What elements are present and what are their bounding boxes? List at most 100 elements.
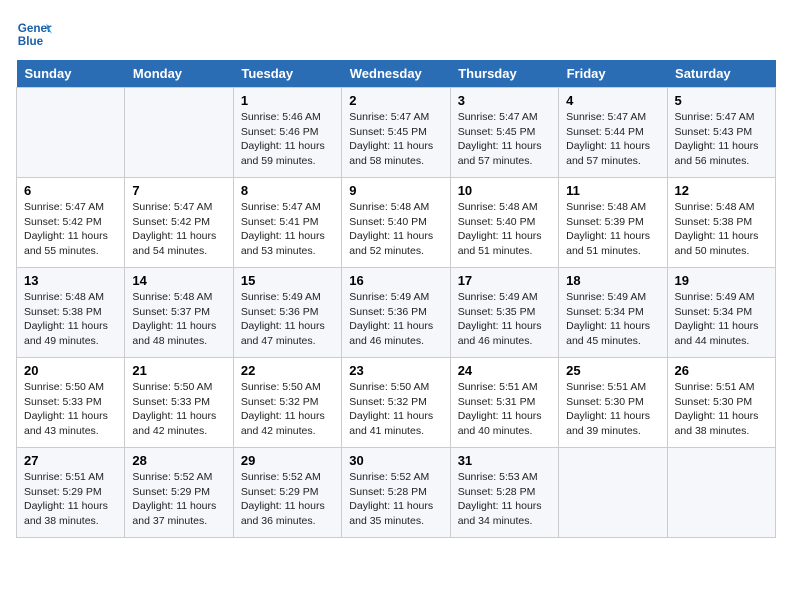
calendar-cell: 29Sunrise: 5:52 AMSunset: 5:29 PMDayligh… [233,448,341,538]
calendar-cell: 3 Sunrise: 5:47 AMSunset: 5:45 PMDaylight… [450,88,558,178]
day-number: 23 [349,363,442,378]
calendar-cell [125,88,233,178]
day-info: Sunrise: 5:47 AMSunset: 5:42 PMDaylight:… [132,200,225,259]
calendar-cell: 27 Sunrise: 5:51 AMSunset: 5:29 PMDayligh… [17,448,125,538]
day-info: Sunrise: 5:47 AMSunset: 5:45 PMDaylight:… [458,110,551,169]
day-info: Sunrise: 5:47 AMSunset: 5:42 PMDaylight:… [24,200,117,259]
calendar-cell: 12 Sunrise: 5:48 AMSunset: 5:38 PMDayligh… [667,178,775,268]
day-info: Sunrise: 5:52 AMSunset: 5:29 PMDaylight:… [132,470,225,529]
day-number: 3 [458,93,551,108]
calendar-cell: 18Sunrise: 5:49 AMSunset: 5:34 PMDayligh… [559,268,667,358]
calendar-week-row: 13Sunrise: 5:48 AMSunset: 5:38 PMDayligh… [17,268,776,358]
calendar-cell: 22 Sunrise: 5:50 AMSunset: 5:32 PMDayligh… [233,358,341,448]
weekday-header: Monday [125,60,233,88]
day-info: Sunrise: 5:51 AMSunset: 5:30 PMDaylight:… [675,380,768,439]
day-number: 22 [241,363,334,378]
day-number: 18 [566,273,659,288]
calendar-cell: 8 Sunrise: 5:47 AMSunset: 5:41 PMDaylight… [233,178,341,268]
day-info: Sunrise: 5:47 AMSunset: 5:45 PMDaylight:… [349,110,442,169]
day-number: 21 [132,363,225,378]
day-number: 24 [458,363,551,378]
logo-icon: General Blue [16,16,52,52]
calendar-cell: 15Sunrise: 5:49 AMSunset: 5:36 PMDayligh… [233,268,341,358]
calendar-cell: 2 Sunrise: 5:47 AMSunset: 5:45 PMDaylight… [342,88,450,178]
weekday-header: Tuesday [233,60,341,88]
calendar-body: 1 Sunrise: 5:46 AMSunset: 5:46 PMDaylight… [17,88,776,538]
day-number: 10 [458,183,551,198]
day-number: 8 [241,183,334,198]
calendar-cell: 20 Sunrise: 5:50 AMSunset: 5:33 PMDayligh… [17,358,125,448]
calendar-cell: 28 Sunrise: 5:52 AMSunset: 5:29 PMDayligh… [125,448,233,538]
calendar-cell: 1 Sunrise: 5:46 AMSunset: 5:46 PMDaylight… [233,88,341,178]
day-number: 9 [349,183,442,198]
calendar-cell: 23 Sunrise: 5:50 AMSunset: 5:32 PMDayligh… [342,358,450,448]
day-info: Sunrise: 5:52 AMSunset: 5:28 PMDaylight:… [349,470,442,529]
day-number: 1 [241,93,334,108]
day-info: Sunrise: 5:47 AMSunset: 5:43 PMDaylight:… [675,110,768,169]
day-number: 2 [349,93,442,108]
day-number: 30 [349,453,442,468]
calendar-cell: 7 Sunrise: 5:47 AMSunset: 5:42 PMDaylight… [125,178,233,268]
day-info: Sunrise: 5:51 AMSunset: 5:31 PMDaylight:… [458,380,551,439]
day-number: 31 [458,453,551,468]
day-info: Sunrise: 5:49 AMSunset: 5:34 PMDaylight:… [675,290,768,349]
calendar-cell: 31 Sunrise: 5:53 AMSunset: 5:28 PMDayligh… [450,448,558,538]
day-info: Sunrise: 5:52 AMSunset: 5:29 PMDaylight:… [241,470,334,529]
day-number: 20 [24,363,117,378]
calendar-week-row: 1 Sunrise: 5:46 AMSunset: 5:46 PMDaylight… [17,88,776,178]
day-info: Sunrise: 5:48 AMSunset: 5:40 PMDaylight:… [349,200,442,259]
calendar-week-row: 27 Sunrise: 5:51 AMSunset: 5:29 PMDayligh… [17,448,776,538]
weekday-header: Sunday [17,60,125,88]
day-number: 25 [566,363,659,378]
day-number: 28 [132,453,225,468]
calendar-cell: 9 Sunrise: 5:48 AMSunset: 5:40 PMDaylight… [342,178,450,268]
weekday-row: SundayMondayTuesdayWednesdayThursdayFrid… [17,60,776,88]
day-info: Sunrise: 5:47 AMSunset: 5:44 PMDaylight:… [566,110,659,169]
day-info: Sunrise: 5:50 AMSunset: 5:33 PMDaylight:… [24,380,117,439]
calendar-cell [559,448,667,538]
day-number: 16 [349,273,442,288]
calendar-cell: 14 Sunrise: 5:48 AMSunset: 5:37 PMDayligh… [125,268,233,358]
page-header: General Blue [16,16,776,52]
day-number: 12 [675,183,768,198]
day-number: 7 [132,183,225,198]
logo: General Blue [16,16,52,52]
day-number: 14 [132,273,225,288]
day-info: Sunrise: 5:51 AMSunset: 5:29 PMDaylight:… [24,470,117,529]
day-number: 5 [675,93,768,108]
day-number: 19 [675,273,768,288]
weekday-header: Thursday [450,60,558,88]
day-info: Sunrise: 5:49 AMSunset: 5:36 PMDaylight:… [349,290,442,349]
calendar-cell: 19 Sunrise: 5:49 AMSunset: 5:34 PMDayligh… [667,268,775,358]
day-number: 4 [566,93,659,108]
day-info: Sunrise: 5:46 AMSunset: 5:46 PMDaylight:… [241,110,334,169]
weekday-header: Friday [559,60,667,88]
day-info: Sunrise: 5:51 AMSunset: 5:30 PMDaylight:… [566,380,659,439]
day-number: 26 [675,363,768,378]
day-number: 27 [24,453,117,468]
calendar-cell: 10 Sunrise: 5:48 AMSunset: 5:40 PMDayligh… [450,178,558,268]
calendar-header: SundayMondayTuesdayWednesdayThursdayFrid… [17,60,776,88]
day-info: Sunrise: 5:50 AMSunset: 5:33 PMDaylight:… [132,380,225,439]
calendar-cell: 5 Sunrise: 5:47 AMSunset: 5:43 PMDaylight… [667,88,775,178]
day-number: 17 [458,273,551,288]
day-info: Sunrise: 5:50 AMSunset: 5:32 PMDaylight:… [241,380,334,439]
day-info: Sunrise: 5:48 AMSunset: 5:39 PMDaylight:… [566,200,659,259]
day-info: Sunrise: 5:47 AMSunset: 5:41 PMDaylight:… [241,200,334,259]
day-info: Sunrise: 5:50 AMSunset: 5:32 PMDaylight:… [349,380,442,439]
calendar-week-row: 20 Sunrise: 5:50 AMSunset: 5:33 PMDayligh… [17,358,776,448]
calendar-cell: 30 Sunrise: 5:52 AMSunset: 5:28 PMDayligh… [342,448,450,538]
calendar-cell [17,88,125,178]
calendar-cell: 21 Sunrise: 5:50 AMSunset: 5:33 PMDayligh… [125,358,233,448]
day-number: 6 [24,183,117,198]
day-info: Sunrise: 5:48 AMSunset: 5:40 PMDaylight:… [458,200,551,259]
calendar-week-row: 6 Sunrise: 5:47 AMSunset: 5:42 PMDaylight… [17,178,776,268]
day-number: 13 [24,273,117,288]
day-info: Sunrise: 5:48 AMSunset: 5:37 PMDaylight:… [132,290,225,349]
day-info: Sunrise: 5:49 AMSunset: 5:36 PMDaylight:… [241,290,334,349]
day-info: Sunrise: 5:48 AMSunset: 5:38 PMDaylight:… [675,200,768,259]
day-info: Sunrise: 5:53 AMSunset: 5:28 PMDaylight:… [458,470,551,529]
calendar-cell: 13Sunrise: 5:48 AMSunset: 5:38 PMDayligh… [17,268,125,358]
weekday-header: Wednesday [342,60,450,88]
calendar-cell [667,448,775,538]
